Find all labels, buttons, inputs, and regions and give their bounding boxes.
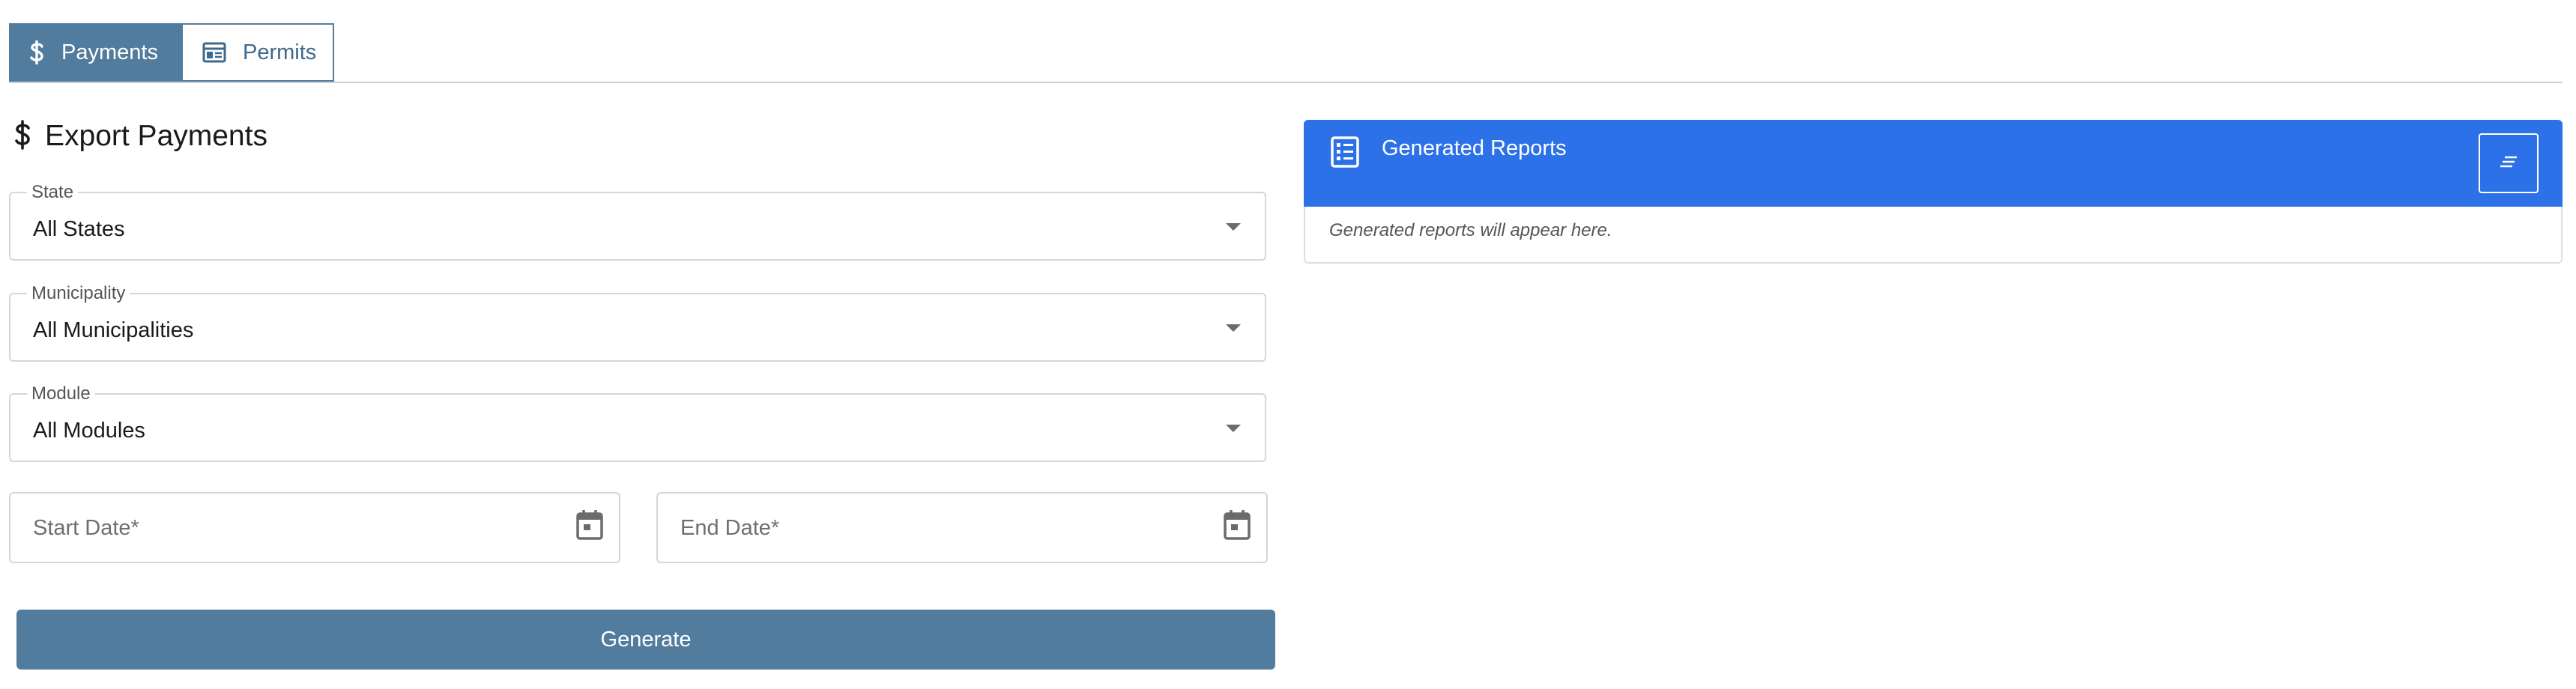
municipality-select[interactable]: Municipality All Municipalities [9, 283, 1266, 362]
tab-payments-label: Payments [61, 40, 158, 64]
reports-body: Generated reports will appear here. [1304, 207, 2563, 264]
module-label: Module [27, 383, 95, 404]
calendar-icon[interactable] [1223, 509, 1251, 545]
end-date-placeholder: End Date* [680, 516, 780, 540]
calendar-table-icon [202, 41, 226, 64]
tab-permits-label: Permits [243, 40, 317, 64]
reports-sort-button[interactable] [2479, 133, 2539, 193]
tab-permits[interactable]: Permits [181, 23, 334, 82]
start-date-placeholder: Start Date* [33, 516, 139, 540]
end-date-field[interactable]: End Date* [656, 492, 1268, 563]
reports-title: Generated Reports [1382, 136, 1567, 160]
module-select[interactable]: Module All Modules [9, 383, 1266, 462]
chevron-down-icon [1226, 324, 1241, 332]
state-label: State [27, 182, 79, 203]
start-date-field[interactable]: Start Date* [9, 492, 620, 563]
dollar-icon [13, 119, 31, 154]
list-icon [1331, 136, 1359, 172]
tab-bar: Payments Permits [9, 23, 334, 82]
generate-button[interactable]: Generate [16, 610, 1275, 670]
module-value: All Modules [33, 419, 145, 443]
dollar-icon [28, 40, 45, 64]
generated-reports-panel: Generated Reports Generated reports will… [1304, 120, 2563, 264]
reports-empty-text: Generated reports will appear here. [1329, 220, 1612, 240]
municipality-value: All Municipalities [33, 318, 194, 342]
tab-divider [9, 82, 2563, 83]
state-value: All States [33, 217, 125, 241]
reports-header: Generated Reports [1304, 120, 2563, 207]
page-title-text: Export Payments [45, 120, 267, 152]
chevron-down-icon [1226, 223, 1241, 231]
state-select[interactable]: State All States [9, 182, 1266, 261]
tab-payments[interactable]: Payments [9, 23, 181, 82]
page-title: Export Payments [13, 119, 267, 154]
sort-lines-icon [2499, 155, 2518, 172]
municipality-label: Municipality [27, 283, 130, 304]
calendar-icon[interactable] [575, 509, 604, 545]
chevron-down-icon [1226, 425, 1241, 432]
